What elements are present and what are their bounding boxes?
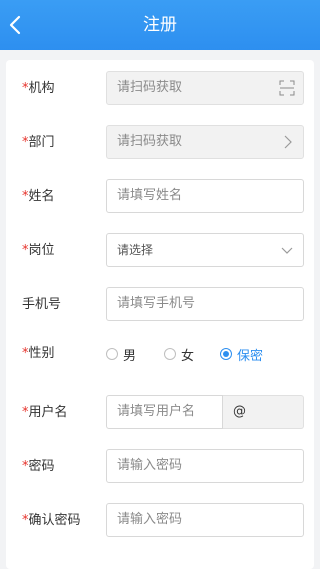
username-input[interactable]: 请填写用户名 (106, 395, 223, 429)
app-header: 注册 (0, 0, 320, 50)
dept-label: *部门 (22, 135, 55, 150)
gender-option-female[interactable]: 女 (164, 336, 194, 372)
phone-row: 手机号 请填写手机号 (6, 287, 314, 323)
confirm-password-input[interactable]: 请输入密码 (106, 503, 304, 537)
chevron-right-icon (284, 135, 292, 149)
gender-label: *性别 (22, 346, 55, 361)
page-title: 注册 (143, 15, 177, 35)
dept-row: *部门 请扫码获取 (6, 125, 314, 161)
name-input[interactable]: 请填写姓名 (106, 179, 304, 213)
confirm-password-label: *确认密码 (22, 513, 81, 528)
dept-field[interactable]: 请扫码获取 (106, 125, 304, 159)
scan-icon[interactable] (279, 80, 295, 96)
position-select[interactable]: 请选择 (106, 233, 304, 267)
phone-input[interactable]: 请填写手机号 (106, 287, 304, 321)
name-label: *姓名 (22, 189, 55, 204)
confirm-password-row: *确认密码 请输入密码 (6, 503, 314, 539)
password-row: *密码 请输入密码 (6, 449, 314, 485)
position-label: *岗位 (22, 243, 55, 258)
radio-icon (106, 348, 118, 360)
gender-option-secret[interactable]: 保密 (220, 336, 263, 372)
org-label: *机构 (22, 81, 55, 96)
org-field[interactable]: 请扫码获取 (106, 71, 304, 105)
password-label: *密码 (22, 459, 55, 474)
password-input[interactable]: 请输入密码 (106, 449, 304, 483)
radio-checked-icon (220, 348, 232, 360)
position-row: *岗位 请选择 (6, 233, 314, 269)
gender-row: *性别 男 女 保密 (6, 336, 314, 372)
chevron-down-icon (281, 247, 293, 254)
gender-option-male[interactable]: 男 (106, 336, 136, 372)
org-row: *机构 请扫码获取 (6, 71, 314, 107)
radio-icon (164, 348, 176, 360)
username-row: *用户名 请填写用户名 @ (6, 395, 314, 431)
name-row: *姓名 请填写姓名 (6, 179, 314, 215)
phone-label: 手机号 (22, 297, 62, 312)
username-label: *用户名 (22, 405, 68, 420)
username-domain-suffix: @ (223, 395, 304, 429)
